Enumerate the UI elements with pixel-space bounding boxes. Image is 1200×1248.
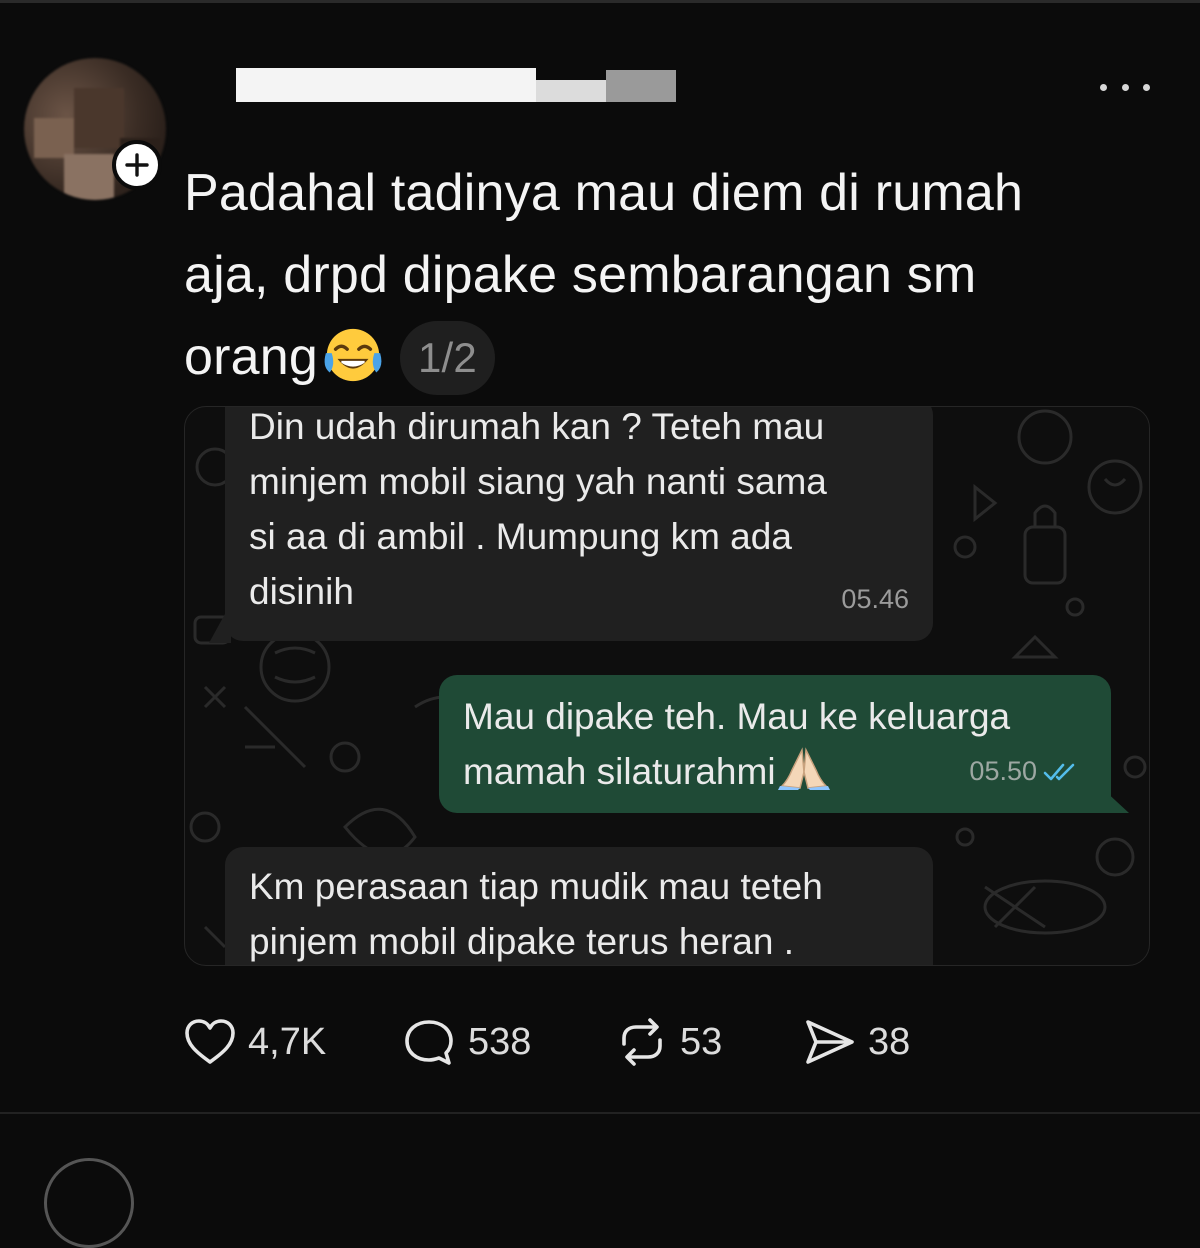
repost-button[interactable]: 53 (616, 1016, 722, 1068)
post-text-line: Padahal tadinya mau diem di rumah (184, 164, 1024, 222)
bubble-tail (1103, 789, 1129, 813)
message-bubble-incoming[interactable]: Km perasaan tiap mudik mau teteh pinjem … (225, 847, 933, 965)
post-text-line: aja, drpd dipake sembarangan sm (184, 246, 977, 304)
share-count: 38 (868, 1020, 911, 1063)
message-time: 05.46 (841, 584, 909, 614)
post-text-line: orang (184, 328, 318, 386)
username-redacted (236, 68, 676, 102)
more-options-button[interactable] (1100, 76, 1150, 98)
comment-icon (405, 1020, 453, 1065)
post-text-last-line: orang 1/2 (184, 316, 1144, 398)
send-icon (806, 1020, 854, 1064)
bubble-tail (209, 603, 231, 643)
repost-icon (622, 1018, 662, 1066)
post-text: Padahal tadinya mau diem di rumah aja, d… (184, 152, 1144, 398)
like-count: 4,7K (248, 1020, 327, 1063)
more-dot-icon (1143, 83, 1150, 91)
chat-screenshot[interactable]: Din udah dirumah kan ? Teteh mau minjem … (184, 406, 1150, 966)
repost-count: 53 (680, 1020, 723, 1063)
face-with-tears-of-joy-icon (324, 328, 382, 382)
more-dot-icon (1121, 83, 1129, 91)
message-text: Km perasaan tiap mudik mau teteh pinjem … (249, 859, 919, 965)
more-dot-icon (1100, 83, 1107, 91)
message-bubble-outgoing[interactable]: Mau dipake teh. Mau ke keluarga mamah si… (439, 675, 1111, 813)
reply-count: 538 (468, 1020, 532, 1063)
message-line: mamah silaturahmi (463, 751, 776, 792)
top-divider (0, 0, 1200, 3)
next-post-avatar[interactable] (44, 1158, 134, 1248)
message-text: Din udah dirumah kan ? Teteh mau minjem … (249, 406, 919, 619)
post-actions: 4,7K 538 53 38 (184, 1016, 944, 1068)
heart-icon (185, 1019, 235, 1064)
post-divider (0, 1112, 1200, 1114)
folded-hands-icon (777, 747, 830, 790)
message-line: disinih (249, 571, 354, 612)
message-line: Din udah dirumah kan ? Teteh mau (249, 406, 825, 447)
message-line: si aa di ambil . Mumpung km ada (249, 516, 792, 557)
double-check-read-icon (1043, 763, 1075, 780)
like-button[interactable]: 4,7K (184, 1016, 326, 1068)
message-time: 05.50 (969, 756, 1037, 786)
message-meta: 05.50 (969, 744, 1077, 799)
message-line: pinjem mobil dipake terus heran . (249, 921, 795, 962)
follow-button[interactable] (112, 140, 162, 190)
page-indicator-badge: 1/2 (400, 321, 495, 395)
message-line: minjem mobil siang yah nanti sama (249, 461, 827, 502)
share-button[interactable]: 38 (804, 1016, 910, 1068)
message-bubble-incoming[interactable]: Din udah dirumah kan ? Teteh mau minjem … (225, 406, 933, 641)
reply-button[interactable]: 538 (402, 1016, 531, 1068)
message-line: Km perasaan tiap mudik mau teteh (249, 866, 823, 907)
plus-icon (125, 153, 149, 177)
message-line: Mau dipake teh. Mau ke keluarga (463, 696, 1011, 737)
